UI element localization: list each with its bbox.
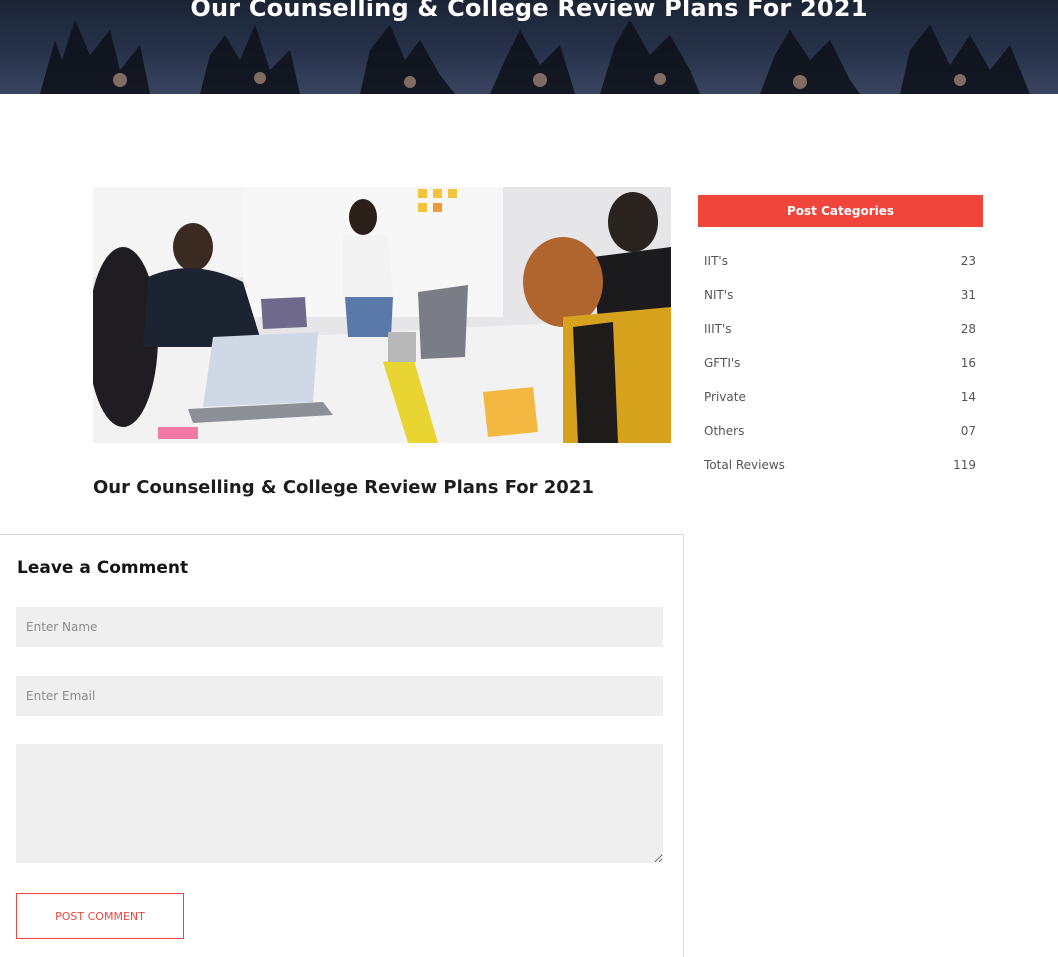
- category-item-iiits[interactable]: IIIT's 28: [704, 320, 976, 354]
- category-label: Private: [704, 390, 746, 404]
- office-meeting-photo: [93, 187, 671, 443]
- post-comment-button[interactable]: POST COMMENT: [16, 893, 184, 939]
- name-input[interactable]: [16, 607, 663, 647]
- category-item-gftis[interactable]: GFTI's 16: [704, 354, 976, 388]
- email-input[interactable]: [16, 676, 663, 716]
- category-item-others[interactable]: Others 07: [704, 422, 976, 456]
- category-count: 16: [960, 356, 976, 370]
- category-count: 119: [953, 458, 976, 472]
- category-item-nits[interactable]: NIT's 31: [704, 286, 976, 320]
- comment-textarea[interactable]: [16, 744, 663, 863]
- category-count: 28: [960, 322, 976, 336]
- category-label: GFTI's: [704, 356, 741, 370]
- category-item-private[interactable]: Private 14: [704, 388, 976, 422]
- category-label: IIT's: [704, 254, 728, 268]
- post-categories-header: Post Categories: [698, 195, 983, 227]
- hero-title: Our Counselling & College Review Plans F…: [190, 0, 868, 22]
- post-image: [93, 187, 671, 443]
- category-count: 23: [960, 254, 976, 268]
- category-label: Others: [704, 424, 745, 438]
- category-list: IIT's 23 NIT's 31 IIIT's 28 GFTI's 16 Pr…: [704, 252, 976, 490]
- category-label: IIIT's: [704, 322, 732, 336]
- category-count: 31: [960, 288, 976, 302]
- category-label: Total Reviews: [704, 458, 785, 472]
- category-count: 14: [960, 390, 976, 404]
- post-title: Our Counselling & College Review Plans F…: [93, 477, 594, 498]
- category-item-iits[interactable]: IIT's 23: [704, 252, 976, 286]
- category-count: 07: [960, 424, 976, 438]
- comment-heading: Leave a Comment: [17, 558, 189, 578]
- category-item-total-reviews[interactable]: Total Reviews 119: [704, 456, 976, 490]
- category-label: NIT's: [704, 288, 734, 302]
- hero-banner: Our Counselling & College Review Plans F…: [0, 0, 1058, 94]
